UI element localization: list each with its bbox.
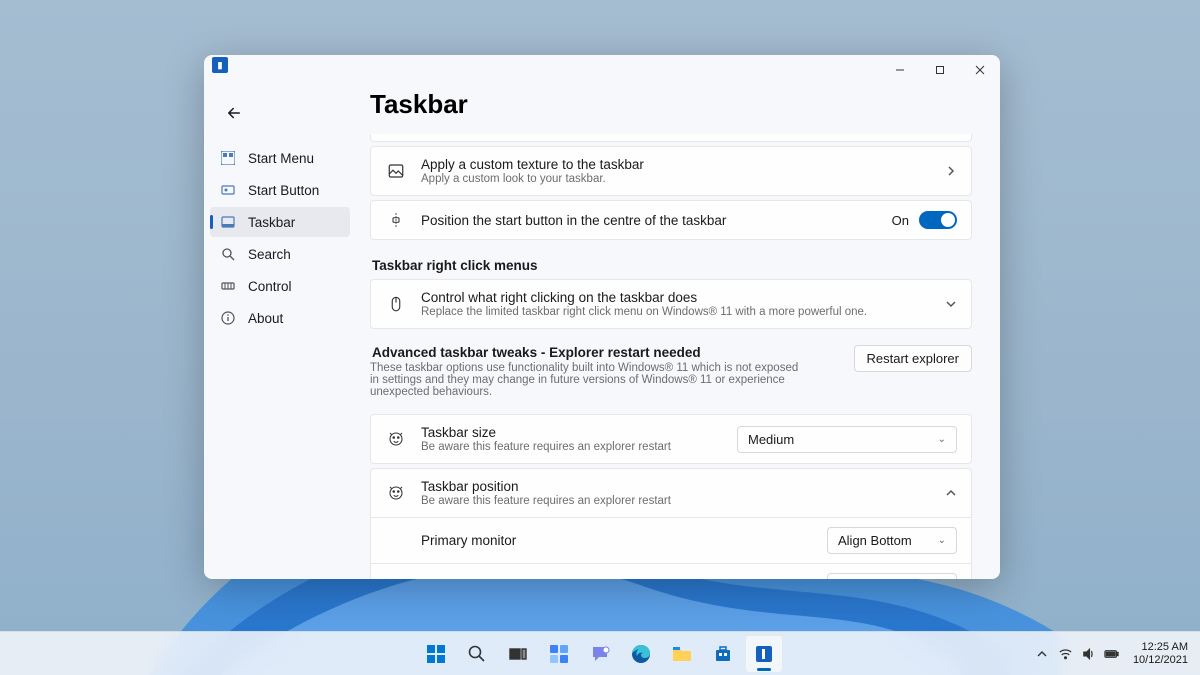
section-header: Taskbar right click menus — [372, 258, 972, 273]
taskbar-size-select[interactable]: Medium ⌄ — [737, 426, 957, 453]
sidebar-item-about[interactable]: About — [210, 303, 350, 333]
close-button[interactable] — [960, 57, 1000, 83]
taskbar-icon — [220, 214, 236, 230]
section-description: These taskbar options use functionality … — [370, 362, 810, 398]
row-title: Taskbar position — [421, 479, 931, 494]
start-menu-icon — [220, 150, 236, 166]
chevron-down-icon: ⌄ — [938, 434, 946, 445]
sidebar: Start Menu Start Button Taskbar Search C… — [204, 83, 356, 579]
row-subtitle: Apply a custom look to your taskbar. — [421, 173, 931, 185]
secondary-monitor-select: Align Bottom ⌄ — [827, 573, 957, 579]
minimize-button[interactable] — [880, 57, 920, 83]
sidebar-item-control[interactable]: Control — [210, 271, 350, 301]
experimental-icon — [385, 484, 407, 502]
previous-card-tail — [370, 134, 972, 142]
sidebar-item-label: Control — [248, 279, 292, 294]
page-title: Taskbar — [370, 89, 972, 120]
sidebar-item-label: Start Button — [248, 183, 319, 198]
tb-app-start11[interactable] — [745, 635, 783, 673]
row-primary-monitor: Primary monitor Align Bottom ⌄ — [371, 517, 971, 563]
sidebar-item-label: About — [248, 311, 283, 326]
sidebar-item-label: Taskbar — [248, 215, 295, 230]
tb-edge[interactable] — [622, 635, 660, 673]
tb-search[interactable] — [458, 635, 496, 673]
row-secondary-monitors: Secondary monitors Align Bottom ⌄ — [371, 563, 971, 579]
row-subtitle: Replace the limited taskbar right click … — [421, 306, 931, 318]
back-button[interactable] — [216, 95, 252, 131]
row-title: Taskbar size — [421, 425, 723, 440]
row-subtitle: Be aware this feature requires an explor… — [421, 441, 723, 453]
row-taskbar-position[interactable]: Taskbar position Be aware this feature r… — [371, 469, 971, 517]
system-clock[interactable]: 12:25 AM 10/12/2021 — [1129, 641, 1192, 666]
titlebar: ▮ — [204, 55, 1000, 83]
chevron-down-icon — [945, 298, 957, 310]
center-toggle[interactable] — [919, 211, 957, 229]
chevron-right-icon — [945, 165, 957, 177]
clock-time: 12:25 AM — [1133, 641, 1188, 654]
sidebar-item-search[interactable]: Search — [210, 239, 350, 269]
tb-widgets[interactable] — [540, 635, 578, 673]
wifi-icon[interactable] — [1058, 646, 1073, 661]
section-header: Advanced taskbar tweaks - Explorer resta… — [372, 345, 810, 360]
tb-chat[interactable] — [581, 635, 619, 673]
row-right-click-menu[interactable]: Control what right clicking on the taskb… — [371, 280, 971, 328]
sidebar-item-label: Search — [248, 247, 291, 262]
start-button-icon — [220, 182, 236, 198]
tb-file-explorer[interactable] — [663, 635, 701, 673]
row-custom-texture[interactable]: Apply a custom texture to the taskbar Ap… — [371, 147, 971, 195]
info-icon — [220, 310, 236, 326]
primary-monitor-select[interactable]: Align Bottom ⌄ — [827, 527, 957, 554]
restart-explorer-button[interactable]: Restart explorer — [854, 345, 972, 372]
chevron-up-icon — [945, 487, 957, 499]
sidebar-item-label: Start Menu — [248, 151, 314, 166]
tb-store[interactable] — [704, 635, 742, 673]
sidebar-item-start-menu[interactable]: Start Menu — [210, 143, 350, 173]
tray-chevron-icon[interactable] — [1035, 646, 1050, 661]
select-value: Medium — [748, 432, 794, 447]
image-icon — [385, 162, 407, 180]
row-taskbar-size: Taskbar size Be aware this feature requi… — [371, 415, 971, 463]
app-icon: ▮ — [212, 57, 228, 73]
sidebar-item-taskbar[interactable]: Taskbar — [210, 207, 350, 237]
clock-date: 10/12/2021 — [1133, 654, 1188, 667]
experimental-icon — [385, 430, 407, 448]
row-title: Control what right clicking on the taskb… — [421, 290, 931, 305]
tb-task-view[interactable] — [499, 635, 537, 673]
row-title: Position the start button in the centre … — [421, 213, 878, 228]
volume-icon[interactable] — [1081, 646, 1096, 661]
row-title: Apply a custom texture to the taskbar — [421, 157, 931, 172]
center-align-icon — [385, 211, 407, 229]
chevron-down-icon: ⌄ — [938, 535, 946, 546]
row-subtitle: Be aware this feature requires an explor… — [421, 495, 931, 507]
sidebar-item-start-button[interactable]: Start Button — [210, 175, 350, 205]
row-center-start-button: Position the start button in the centre … — [371, 201, 971, 239]
row-title: Primary monitor — [421, 533, 813, 548]
toggle-label: On — [892, 213, 909, 228]
search-icon — [220, 246, 236, 262]
windows-taskbar[interactable]: 12:25 AM 10/12/2021 — [0, 631, 1200, 675]
control-icon — [220, 278, 236, 294]
maximize-button[interactable] — [920, 57, 960, 83]
mouse-icon — [385, 295, 407, 313]
battery-icon[interactable] — [1104, 646, 1119, 661]
select-value: Align Bottom — [838, 533, 912, 548]
settings-window: ▮ Start Menu Start Button Taskbar — [204, 55, 1000, 579]
content-area[interactable]: Taskbar Apply a custom texture to the ta… — [356, 83, 1000, 579]
tb-start[interactable] — [417, 635, 455, 673]
